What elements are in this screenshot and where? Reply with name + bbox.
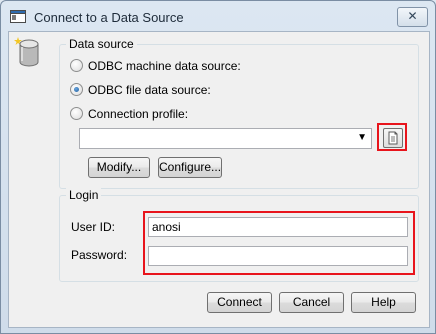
password-label: Password:: [71, 248, 128, 262]
window-app-icon: [10, 10, 26, 23]
help-button-label: Help: [371, 295, 396, 309]
radio-label: Connection profile:: [88, 107, 189, 121]
radio-button[interactable]: [70, 107, 83, 120]
browse-button[interactable]: [383, 128, 403, 148]
modify-button-label: Modify...: [96, 160, 142, 174]
connect-button[interactable]: Connect: [207, 292, 272, 313]
credentials-highlight: anosi: [143, 211, 415, 275]
document-icon: [388, 131, 398, 145]
radio-button[interactable]: [70, 83, 83, 96]
dialog-body: Data source ODBC machine data source: OD…: [8, 31, 430, 328]
dropdown-arrow-icon[interactable]: ▼: [357, 131, 367, 145]
data-source-group-title: Data source: [66, 37, 137, 51]
login-group-title: Login: [66, 188, 102, 202]
password-input[interactable]: [148, 246, 408, 266]
close-icon: ✕: [407, 9, 418, 23]
configure-button[interactable]: Configure...: [158, 157, 222, 178]
cancel-button[interactable]: Cancel: [279, 292, 344, 313]
data-source-group: Data source ODBC machine data source: OD…: [59, 37, 419, 189]
title-bar[interactable]: Connect to a Data Source ✕: [1, 1, 435, 31]
window-title: Connect to a Data Source: [34, 10, 184, 25]
radio-label: ODBC file data source:: [88, 83, 211, 97]
profile-combobox[interactable]: ▼: [79, 128, 372, 149]
user-id-input[interactable]: anosi: [148, 217, 408, 237]
cancel-button-label: Cancel: [292, 295, 331, 309]
connect-dialog: Connect to a Data Source ✕ Data source O…: [0, 0, 436, 334]
connect-button-label: Connect: [217, 295, 262, 309]
radio-button[interactable]: [70, 59, 83, 72]
close-button[interactable]: ✕: [397, 7, 428, 27]
radio-label: ODBC machine data source:: [88, 59, 241, 73]
radio-selected-dot: [74, 87, 79, 92]
help-button[interactable]: Help: [351, 292, 416, 313]
database-icon: [14, 37, 39, 67]
configure-button-label: Configure...: [159, 160, 222, 174]
browse-highlight: [377, 123, 407, 151]
modify-button[interactable]: Modify...: [88, 157, 150, 178]
user-id-label: User ID:: [71, 220, 116, 234]
